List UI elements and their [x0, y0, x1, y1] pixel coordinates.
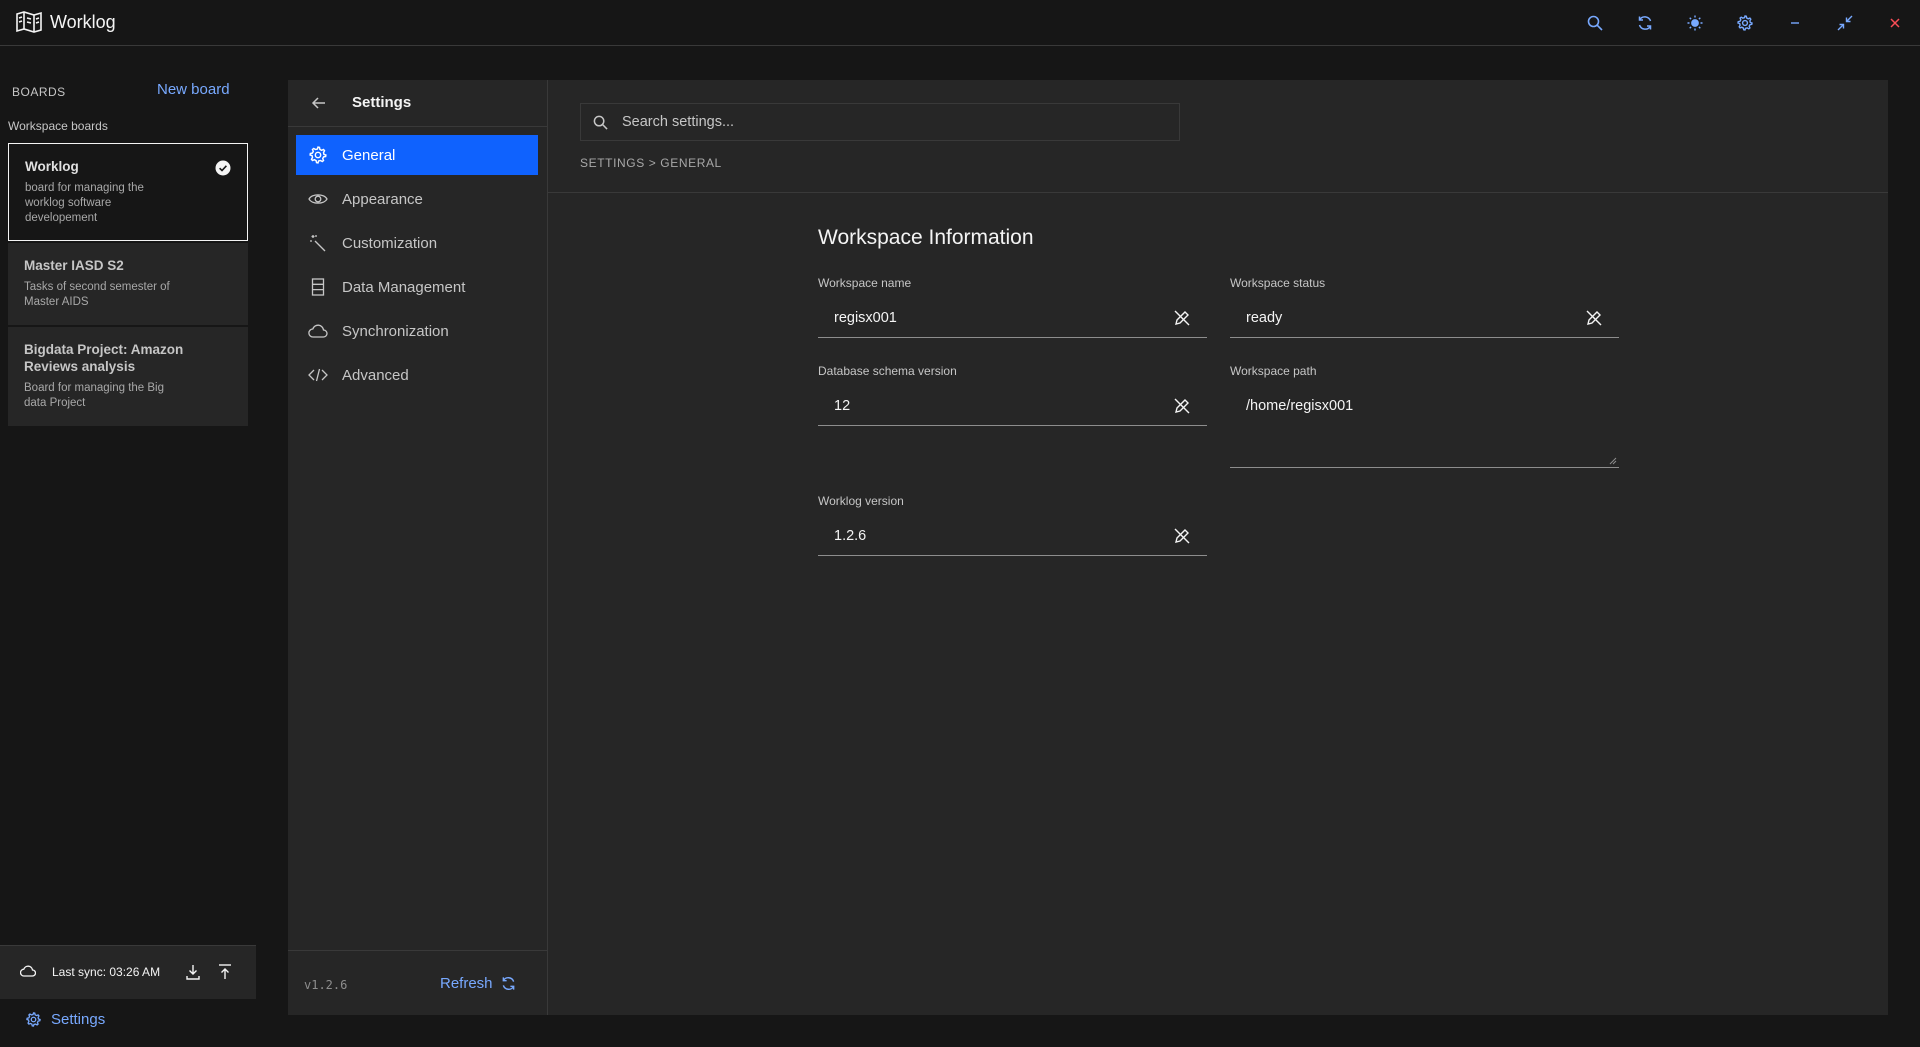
workspace-name-input[interactable]: [834, 309, 1154, 326]
map-logo-icon: [16, 11, 42, 33]
nav-item-general[interactable]: General: [296, 135, 538, 175]
board-card-worklog[interactable]: Worklog board for managing the worklog s…: [8, 143, 248, 241]
refresh-label: Refresh: [440, 975, 493, 992]
minimize-icon[interactable]: [1784, 12, 1806, 34]
settings-nav: Settings General Appearance Customizatio…: [288, 80, 548, 1015]
board-description: Board for managing the Big data Project: [24, 382, 165, 409]
nav-item-label: Data Management: [342, 278, 466, 296]
section-title: Workspace Information: [818, 226, 1034, 249]
search-icon: [593, 115, 608, 130]
settings-search[interactable]: [580, 103, 1180, 141]
upload-icon[interactable]: [216, 963, 234, 981]
board-title: Bigdata Project: Amazon Reviews analysis: [24, 342, 184, 374]
download-icon[interactable]: [184, 963, 202, 981]
sync-icon[interactable]: [1634, 12, 1656, 34]
nav-item-label: General: [342, 146, 396, 164]
nav-item-label: Appearance: [342, 190, 423, 208]
board-title: Master IASD S2: [24, 258, 124, 273]
settings-nav-header: Settings: [288, 80, 547, 127]
board-title: Worklog: [25, 159, 79, 174]
workspace-path-label: Workspace path: [1230, 364, 1317, 378]
code-icon: [308, 365, 328, 385]
sync-status-bar: Last sync: 03:26 AM: [0, 945, 256, 999]
workspace-path-textarea[interactable]: /home/regisx001: [1230, 386, 1619, 467]
settings-panel: Settings General Appearance Customizatio…: [288, 80, 1888, 1015]
workspace-path-field: /home/regisx001: [1230, 386, 1619, 468]
breadcrumb: SETTINGS > GENERAL: [580, 156, 722, 170]
back-arrow-icon[interactable]: [310, 94, 328, 112]
edit-off-icon[interactable]: [1585, 309, 1603, 327]
version-text: v1.2.6: [304, 978, 348, 992]
gear-icon[interactable]: [1734, 12, 1756, 34]
db-schema-version-input[interactable]: [834, 397, 1154, 414]
nav-item-label: Synchronization: [342, 322, 449, 340]
nav-item-advanced[interactable]: Advanced: [296, 355, 538, 395]
title-bar: Worklog: [0, 0, 1920, 46]
restore-icon[interactable]: [1834, 12, 1856, 34]
resize-grip-icon[interactable]: [1609, 457, 1617, 465]
workspace-status-label: Workspace status: [1230, 276, 1326, 290]
workspace-name-label: Workspace name: [818, 276, 912, 290]
new-board-button[interactable]: New board: [157, 81, 230, 98]
cloud-icon: [308, 321, 328, 341]
db-schema-version-label: Database schema version: [818, 364, 957, 378]
board-card-master-iasd[interactable]: Master IASD S2 Tasks of second semester …: [8, 243, 248, 325]
magic-wand-icon: [308, 233, 328, 253]
settings-link-label: Settings: [51, 1011, 106, 1028]
nav-item-appearance[interactable]: Appearance: [296, 179, 538, 219]
boards-sidebar: BOARDS New board Workspace boards Worklo…: [0, 47, 256, 1047]
board-description: board for managing the worklog software …: [25, 182, 144, 224]
workspace-status-field: [1230, 298, 1619, 338]
gear-icon: [308, 145, 328, 165]
edit-off-icon[interactable]: [1173, 309, 1191, 327]
nav-item-customization[interactable]: Customization: [296, 223, 538, 263]
nav-item-label: Customization: [342, 234, 438, 252]
workspace-name-field: [818, 298, 1207, 338]
sync-icon: [501, 976, 516, 991]
worklog-version-label: Worklog version: [818, 494, 904, 508]
board-description: Tasks of second semester of Master AIDS: [24, 281, 170, 308]
board-card-bigdata-project[interactable]: Bigdata Project: Amazon Reviews analysis…: [8, 327, 248, 426]
worklog-version-field: [818, 516, 1207, 556]
db-schema-version-field: [818, 386, 1207, 426]
brightness-icon[interactable]: [1684, 12, 1706, 34]
close-icon[interactable]: [1884, 12, 1906, 34]
settings-link[interactable]: Settings: [26, 1011, 105, 1028]
workspace-status-input[interactable]: [1246, 309, 1566, 326]
checkmark-icon: [215, 160, 231, 176]
search-icon[interactable]: [1584, 12, 1606, 34]
last-sync-text: Last sync: 03:26 AM: [52, 965, 161, 979]
edit-off-icon[interactable]: [1173, 527, 1191, 545]
nav-item-data-management[interactable]: Data Management: [296, 267, 538, 307]
settings-title: Settings: [352, 94, 412, 111]
boards-heading: BOARDS: [12, 85, 66, 99]
settings-content: SETTINGS > GENERAL Workspace Information…: [548, 80, 1888, 1015]
refresh-button[interactable]: Refresh: [440, 975, 516, 992]
cloud-icon: [20, 964, 36, 978]
app-title: Worklog: [50, 12, 116, 32]
search-input[interactable]: [622, 114, 1162, 130]
settings-nav-footer: v1.2.6 Refresh: [288, 950, 547, 1015]
gear-icon: [26, 1012, 41, 1027]
workspace-boards-label: Workspace boards: [8, 119, 108, 133]
settings-content-header: SETTINGS > GENERAL: [548, 80, 1888, 193]
worklog-version-input[interactable]: [834, 527, 1154, 544]
nav-item-label: Advanced: [342, 366, 409, 384]
nav-item-synchronization[interactable]: Synchronization: [296, 311, 538, 351]
database-icon: [308, 277, 328, 297]
edit-off-icon[interactable]: [1173, 397, 1191, 415]
eye-icon: [308, 189, 328, 209]
